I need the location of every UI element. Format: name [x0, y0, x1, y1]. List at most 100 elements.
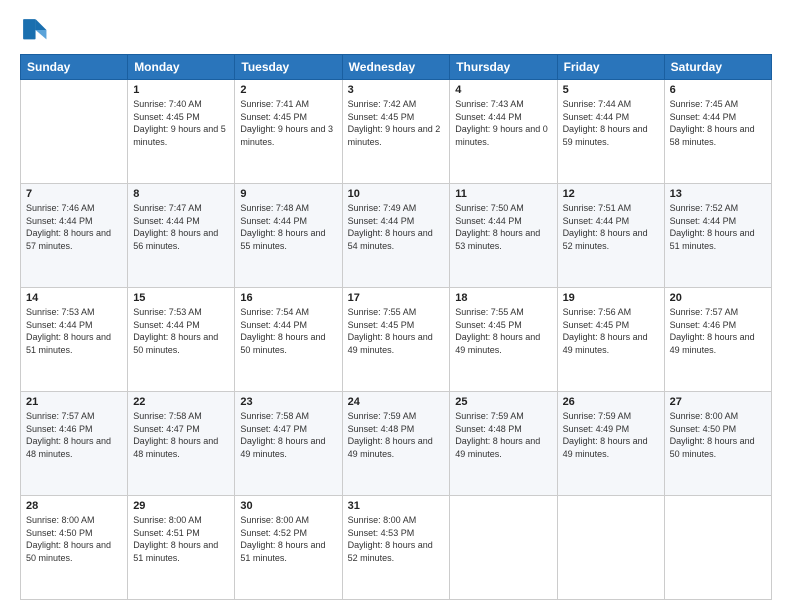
weekday-header-cell: Tuesday: [235, 55, 342, 80]
day-info: Sunrise: 7:42 AMSunset: 4:45 PMDaylight:…: [348, 98, 445, 148]
day-number: 19: [563, 292, 659, 304]
calendar-table: SundayMondayTuesdayWednesdayThursdayFrid…: [20, 54, 772, 600]
day-info: Sunrise: 7:55 AMSunset: 4:45 PMDaylight:…: [348, 306, 445, 356]
day-info: Sunrise: 7:44 AMSunset: 4:44 PMDaylight:…: [563, 98, 659, 148]
day-info: Sunrise: 7:59 AMSunset: 4:49 PMDaylight:…: [563, 410, 659, 460]
calendar-day-cell: 7 Sunrise: 7:46 AMSunset: 4:44 PMDaylight…: [21, 184, 128, 288]
calendar-day-cell: 31 Sunrise: 8:00 AMSunset: 4:53 PMDayligh…: [342, 496, 450, 600]
day-info: Sunrise: 8:00 AMSunset: 4:50 PMDaylight:…: [670, 410, 766, 460]
day-info: Sunrise: 8:00 AMSunset: 4:51 PMDaylight:…: [133, 514, 229, 564]
day-number: 25: [455, 396, 551, 408]
weekday-header-cell: Wednesday: [342, 55, 450, 80]
day-number: 27: [670, 396, 766, 408]
day-number: 11: [455, 188, 551, 200]
calendar-day-cell: 3 Sunrise: 7:42 AMSunset: 4:45 PMDaylight…: [342, 80, 450, 184]
calendar-day-cell: 12 Sunrise: 7:51 AMSunset: 4:44 PMDayligh…: [557, 184, 664, 288]
day-number: 23: [240, 396, 336, 408]
day-info: Sunrise: 7:56 AMSunset: 4:45 PMDaylight:…: [563, 306, 659, 356]
day-number: 6: [670, 84, 766, 96]
day-info: Sunrise: 7:41 AMSunset: 4:45 PMDaylight:…: [240, 98, 336, 148]
calendar-day-cell: 10 Sunrise: 7:49 AMSunset: 4:44 PMDayligh…: [342, 184, 450, 288]
header: [20, 16, 772, 44]
day-number: 12: [563, 188, 659, 200]
calendar-day-cell: 20Sunrise: 7:57 AMSunset: 4:46 PMDayligh…: [664, 288, 771, 392]
day-number: 31: [348, 500, 445, 512]
weekday-header-cell: Thursday: [450, 55, 557, 80]
day-info: Sunrise: 7:47 AMSunset: 4:44 PMDaylight:…: [133, 202, 229, 252]
day-info: Sunrise: 7:58 AMSunset: 4:47 PMDaylight:…: [240, 410, 336, 460]
day-number: 30: [240, 500, 336, 512]
weekday-header-row: SundayMondayTuesdayWednesdayThursdayFrid…: [21, 55, 772, 80]
calendar-day-cell: [450, 496, 557, 600]
calendar-day-cell: 17 Sunrise: 7:55 AMSunset: 4:45 PMDayligh…: [342, 288, 450, 392]
calendar-day-cell: [557, 496, 664, 600]
day-info: Sunrise: 7:53 AMSunset: 4:44 PMDaylight:…: [26, 306, 122, 356]
day-number: 29: [133, 500, 229, 512]
day-info: Sunrise: 7:50 AMSunset: 4:44 PMDaylight:…: [455, 202, 551, 252]
calendar-day-cell: 2Sunrise: 7:41 AMSunset: 4:45 PMDaylight…: [235, 80, 342, 184]
calendar-week-row: 14Sunrise: 7:53 AMSunset: 4:44 PMDayligh…: [21, 288, 772, 392]
day-info: Sunrise: 7:45 AMSunset: 4:44 PMDaylight:…: [670, 98, 766, 148]
logo: [20, 16, 52, 44]
weekday-header-cell: Sunday: [21, 55, 128, 80]
day-info: Sunrise: 7:40 AMSunset: 4:45 PMDaylight:…: [133, 98, 229, 148]
day-info: Sunrise: 8:00 AMSunset: 4:53 PMDaylight:…: [348, 514, 445, 564]
day-number: 26: [563, 396, 659, 408]
calendar-day-cell: [21, 80, 128, 184]
day-number: 1: [133, 84, 229, 96]
weekday-header-cell: Friday: [557, 55, 664, 80]
day-info: Sunrise: 8:00 AMSunset: 4:52 PMDaylight:…: [240, 514, 336, 564]
calendar-day-cell: 27 Sunrise: 8:00 AMSunset: 4:50 PMDayligh…: [664, 392, 771, 496]
weekday-header-cell: Saturday: [664, 55, 771, 80]
calendar-day-cell: 14Sunrise: 7:53 AMSunset: 4:44 PMDayligh…: [21, 288, 128, 392]
calendar-day-cell: 1 Sunrise: 7:40 AMSunset: 4:45 PMDaylight…: [128, 80, 235, 184]
page: SundayMondayTuesdayWednesdayThursdayFrid…: [0, 0, 792, 612]
calendar-day-cell: 11 Sunrise: 7:50 AMSunset: 4:44 PMDayligh…: [450, 184, 557, 288]
calendar-body: 1 Sunrise: 7:40 AMSunset: 4:45 PMDaylight…: [21, 80, 772, 600]
day-number: 13: [670, 188, 766, 200]
calendar-week-row: 7 Sunrise: 7:46 AMSunset: 4:44 PMDaylight…: [21, 184, 772, 288]
day-number: 3: [348, 84, 445, 96]
day-info: Sunrise: 7:59 AMSunset: 4:48 PMDaylight:…: [455, 410, 551, 460]
day-info: Sunrise: 8:00 AMSunset: 4:50 PMDaylight:…: [26, 514, 122, 564]
day-info: Sunrise: 7:49 AMSunset: 4:44 PMDaylight:…: [348, 202, 445, 252]
calendar-day-cell: 28Sunrise: 8:00 AMSunset: 4:50 PMDayligh…: [21, 496, 128, 600]
calendar-day-cell: 23 Sunrise: 7:58 AMSunset: 4:47 PMDayligh…: [235, 392, 342, 496]
day-info: Sunrise: 7:48 AMSunset: 4:44 PMDaylight:…: [240, 202, 336, 252]
day-number: 24: [348, 396, 445, 408]
day-number: 18: [455, 292, 551, 304]
calendar-day-cell: 22Sunrise: 7:58 AMSunset: 4:47 PMDayligh…: [128, 392, 235, 496]
day-info: Sunrise: 7:53 AMSunset: 4:44 PMDaylight:…: [133, 306, 229, 356]
calendar-day-cell: 21 Sunrise: 7:57 AMSunset: 4:46 PMDayligh…: [21, 392, 128, 496]
day-info: Sunrise: 7:59 AMSunset: 4:48 PMDaylight:…: [348, 410, 445, 460]
calendar-day-cell: 26 Sunrise: 7:59 AMSunset: 4:49 PMDayligh…: [557, 392, 664, 496]
calendar-day-cell: 4Sunrise: 7:43 AMSunset: 4:44 PMDaylight…: [450, 80, 557, 184]
day-number: 17: [348, 292, 445, 304]
calendar-day-cell: 25 Sunrise: 7:59 AMSunset: 4:48 PMDayligh…: [450, 392, 557, 496]
day-number: 7: [26, 188, 122, 200]
day-info: Sunrise: 7:46 AMSunset: 4:44 PMDaylight:…: [26, 202, 122, 252]
day-number: 22: [133, 396, 229, 408]
day-info: Sunrise: 7:55 AMSunset: 4:45 PMDaylight:…: [455, 306, 551, 356]
day-info: Sunrise: 7:54 AMSunset: 4:44 PMDaylight:…: [240, 306, 336, 356]
calendar-day-cell: [664, 496, 771, 600]
calendar-day-cell: 19 Sunrise: 7:56 AMSunset: 4:45 PMDayligh…: [557, 288, 664, 392]
day-number: 21: [26, 396, 122, 408]
day-number: 10: [348, 188, 445, 200]
calendar-day-cell: 29 Sunrise: 8:00 AMSunset: 4:51 PMDayligh…: [128, 496, 235, 600]
weekday-header-cell: Monday: [128, 55, 235, 80]
day-number: 9: [240, 188, 336, 200]
day-info: Sunrise: 7:57 AMSunset: 4:46 PMDaylight:…: [26, 410, 122, 460]
calendar-day-cell: 6 Sunrise: 7:45 AMSunset: 4:44 PMDaylight…: [664, 80, 771, 184]
calendar-day-cell: 18 Sunrise: 7:55 AMSunset: 4:45 PMDayligh…: [450, 288, 557, 392]
day-info: Sunrise: 7:51 AMSunset: 4:44 PMDaylight:…: [563, 202, 659, 252]
day-number: 5: [563, 84, 659, 96]
calendar-day-cell: 5 Sunrise: 7:44 AMSunset: 4:44 PMDaylight…: [557, 80, 664, 184]
calendar-week-row: 28Sunrise: 8:00 AMSunset: 4:50 PMDayligh…: [21, 496, 772, 600]
calendar-day-cell: 16 Sunrise: 7:54 AMSunset: 4:44 PMDayligh…: [235, 288, 342, 392]
calendar-day-cell: 9 Sunrise: 7:48 AMSunset: 4:44 PMDaylight…: [235, 184, 342, 288]
day-number: 16: [240, 292, 336, 304]
day-number: 20: [670, 292, 766, 304]
day-number: 15: [133, 292, 229, 304]
calendar-day-cell: 24 Sunrise: 7:59 AMSunset: 4:48 PMDayligh…: [342, 392, 450, 496]
